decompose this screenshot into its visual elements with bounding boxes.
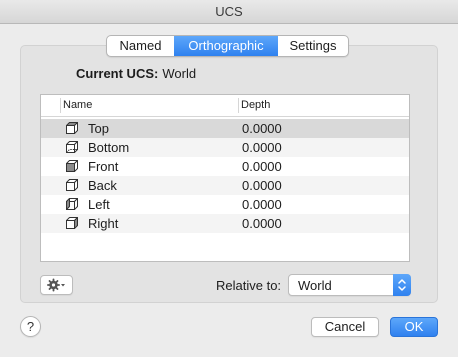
row-name: Right [88, 216, 119, 231]
column-header-depth[interactable]: Depth [241, 95, 270, 116]
select-stepper[interactable] [393, 274, 411, 296]
tab-orthographic[interactable]: Orthographic [174, 36, 278, 56]
cube-front-icon [66, 160, 78, 172]
row-depth: 0.0000 [242, 197, 282, 212]
column-divider [238, 98, 239, 113]
row-depth: 0.0000 [242, 178, 282, 193]
cube-bottom-icon [66, 141, 78, 153]
cube-left-icon [66, 198, 78, 210]
window-title: UCS [215, 4, 243, 19]
row-name: Front [88, 159, 119, 174]
tab-named[interactable]: Named [107, 36, 174, 56]
row-name: Bottom [88, 140, 130, 155]
table-row[interactable]: Bottom 0.0000 [41, 138, 409, 157]
row-depth: 0.0000 [242, 159, 282, 174]
orthographic-table: Name Depth Top 0.0000 Bottom 0.0000 Fron… [40, 94, 410, 262]
row-depth: 0.0000 [242, 121, 282, 136]
cancel-button[interactable]: Cancel [311, 317, 379, 337]
table-row[interactable]: Right 0.0000 [41, 214, 409, 233]
table-row[interactable]: Top 0.0000 [41, 119, 409, 138]
row-name: Back [88, 178, 117, 193]
current-ucs-value: World [162, 66, 197, 81]
gear-menu-button[interactable] [40, 275, 73, 295]
row-depth: 0.0000 [242, 216, 282, 231]
relative-to-label: Relative to: [216, 278, 282, 293]
cube-top-icon [66, 122, 78, 134]
table-header: Name Depth [41, 95, 409, 117]
title-bar: UCS [0, 0, 458, 24]
gear-icon [47, 278, 65, 292]
table-row[interactable]: Back 0.0000 [41, 176, 409, 195]
up-down-chevron-icon [398, 279, 406, 291]
row-name: Left [88, 197, 110, 212]
tab-bar: Named Orthographic Settings [106, 35, 349, 57]
cube-right-icon [66, 217, 78, 229]
current-ucs-label: Current UCS: [76, 66, 159, 81]
table-row[interactable]: Front 0.0000 [41, 157, 409, 176]
relative-to-select[interactable]: World [288, 274, 411, 296]
row-depth: 0.0000 [242, 140, 282, 155]
column-header-name[interactable]: Name [63, 95, 92, 116]
help-button[interactable]: ? [20, 316, 41, 337]
tab-settings[interactable]: Settings [278, 36, 348, 56]
relative-to-value: World [298, 278, 332, 293]
table-row[interactable]: Left 0.0000 [41, 195, 409, 214]
column-divider [60, 98, 61, 113]
row-name: Top [88, 121, 109, 136]
cube-back-icon [66, 179, 78, 191]
current-ucs: Current UCS: World [76, 66, 196, 82]
ok-button[interactable]: OK [390, 317, 438, 337]
chevron-down-icon [61, 284, 65, 287]
